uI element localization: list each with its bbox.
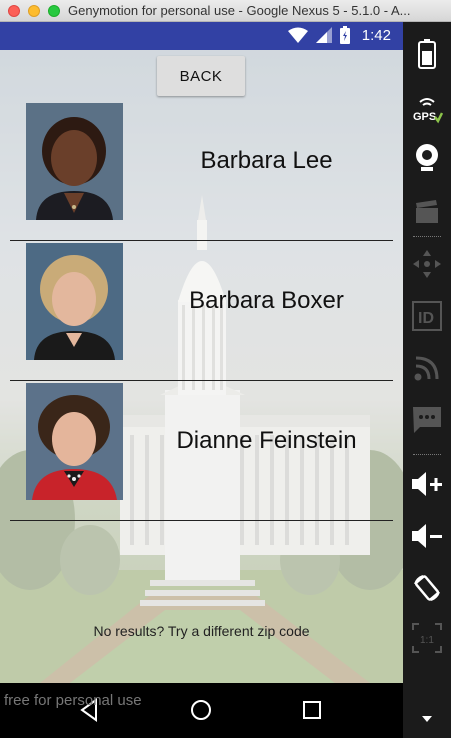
rep-divider [10, 520, 393, 521]
rep-photo [26, 383, 123, 500]
no-results-message: No results? Try a different zip code [93, 623, 310, 639]
panel-separator [413, 454, 441, 455]
svg-text:ID: ID [418, 310, 434, 327]
rep-name: Barbara Boxer [189, 287, 344, 314]
pixel-perfect-icon[interactable]: 1:1 [411, 622, 443, 654]
rep-divider [10, 240, 393, 241]
device-screen: 1:42 BACK Barbara Lee Barbara Boxer Dian… [0, 22, 403, 738]
rep-list-item[interactable]: Barbara Lee [0, 103, 403, 243]
rep-name: Barbara Lee [200, 147, 333, 174]
dpad-widget-icon[interactable] [411, 248, 443, 280]
svg-text:1:1: 1:1 [420, 635, 434, 646]
rotate-screen-icon[interactable] [411, 572, 443, 604]
genymotion-side-panel: GPS ID 1:1 [403, 22, 451, 738]
wifi-icon [287, 27, 308, 43]
sms-widget-icon[interactable] [411, 404, 443, 436]
nav-home-icon[interactable] [187, 696, 215, 724]
rep-name: Dianne Feinstein [176, 427, 357, 454]
minimize-window-button[interactable] [28, 5, 40, 17]
app-content: BACK Barbara Lee Barbara Boxer Dianne Fe… [0, 50, 403, 683]
battery-icon [339, 26, 350, 44]
zoom-window-button[interactable] [48, 5, 60, 17]
close-window-button[interactable] [8, 5, 20, 17]
personal-use-watermark: free for personal use [4, 692, 142, 709]
window-title: Genymotion for personal use - Google Nex… [68, 3, 411, 18]
rep-divider [10, 380, 393, 381]
battery-widget-icon[interactable] [411, 38, 443, 70]
gps-widget-icon[interactable]: GPS [411, 94, 443, 126]
cell-signal-icon [315, 27, 332, 43]
panel-expand-icon[interactable] [411, 712, 443, 726]
volume-down-icon[interactable] [411, 520, 443, 552]
nav-recents-icon[interactable] [298, 696, 326, 724]
webcam-widget-icon[interactable] [411, 142, 443, 174]
status-time: 1:42 [361, 26, 391, 44]
status-bar: 1:42 [0, 22, 403, 50]
rep-list-item[interactable]: Dianne Feinstein [0, 383, 403, 523]
network-widget-icon[interactable] [411, 352, 443, 384]
rep-photo [26, 103, 123, 220]
screencast-widget-icon[interactable] [411, 196, 443, 228]
rep-photo [26, 243, 123, 360]
rep-list-item[interactable]: Barbara Boxer [0, 243, 403, 383]
panel-separator [413, 236, 441, 237]
svg-text:GPS: GPS [413, 111, 436, 123]
window-titlebar: Genymotion for personal use - Google Nex… [0, 0, 451, 22]
device-id-widget-icon[interactable]: ID [411, 300, 443, 332]
volume-up-icon[interactable] [411, 468, 443, 500]
back-button[interactable]: BACK [157, 56, 245, 96]
